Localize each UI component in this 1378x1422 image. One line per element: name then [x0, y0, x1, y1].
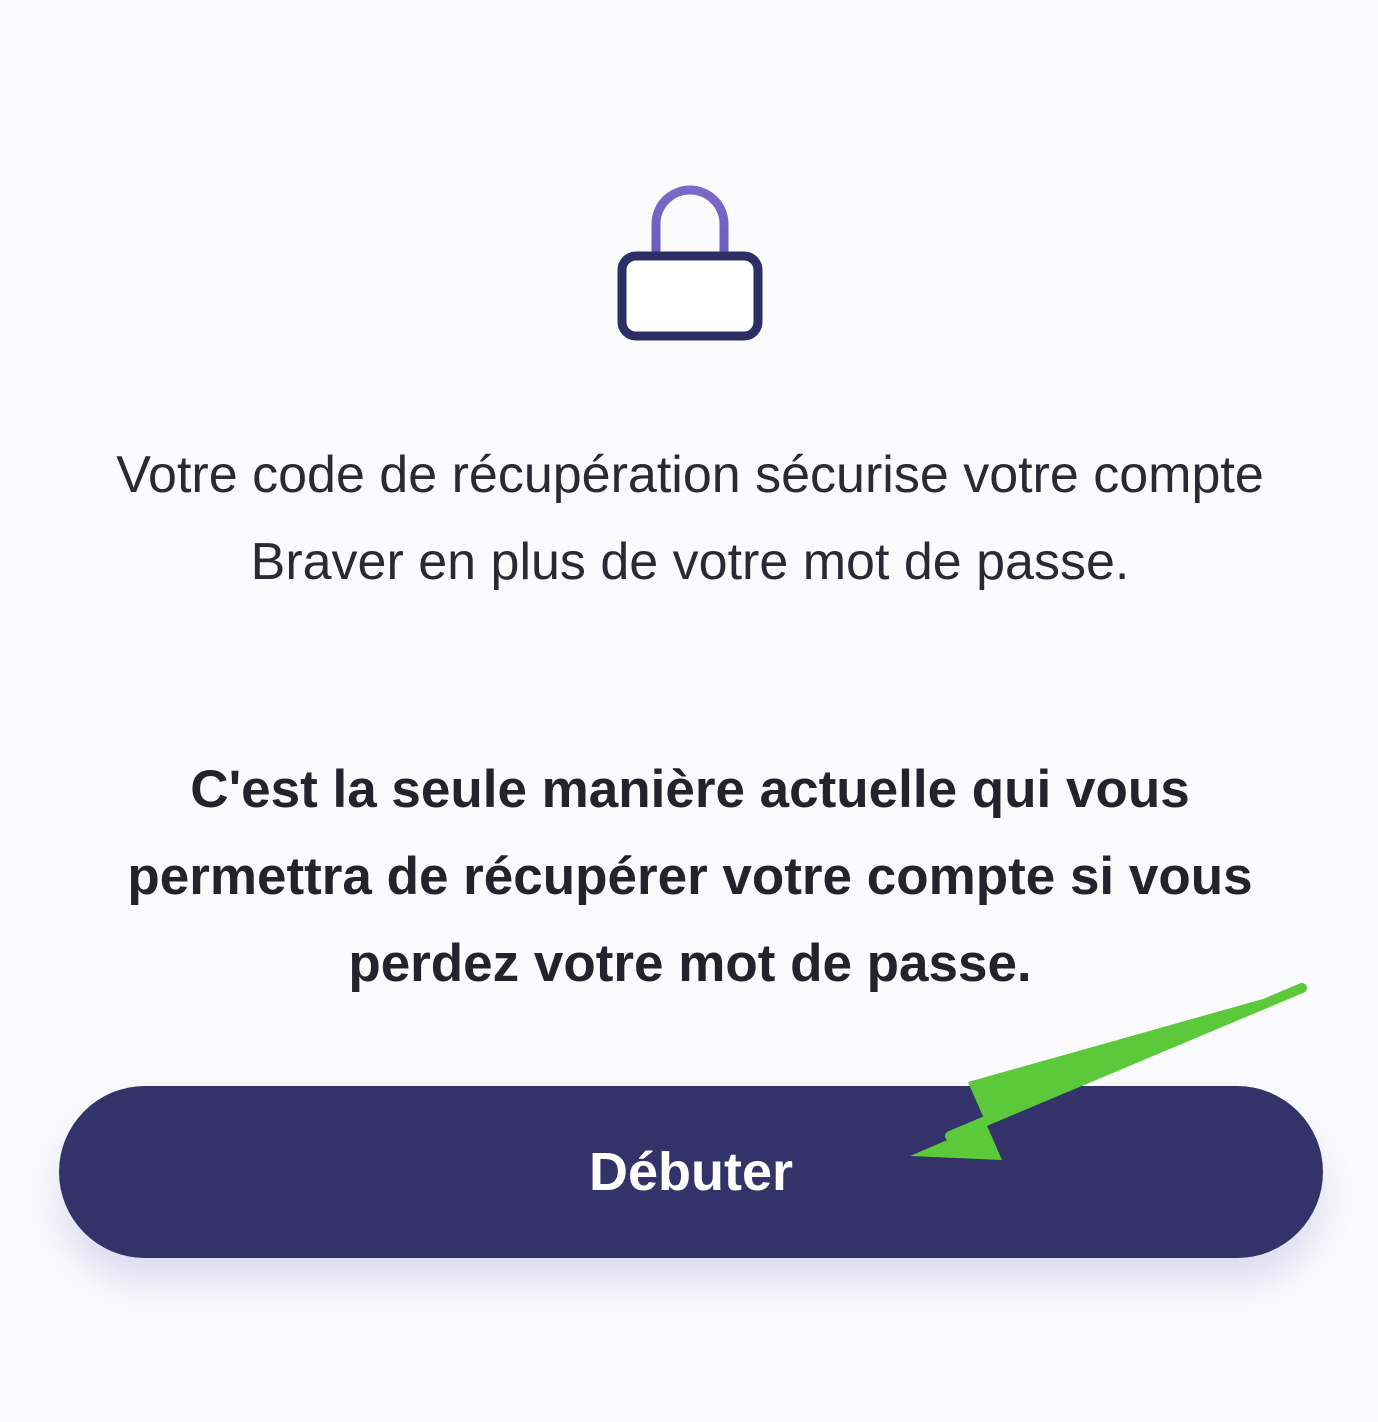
start-button[interactable]: Débuter	[59, 1086, 1323, 1258]
recovery-code-intro-screen: Votre code de récupération sécurise votr…	[0, 0, 1378, 1422]
lock-icon	[617, 185, 763, 341]
recovery-code-warning: C'est la seule manière actuelle qui vous…	[127, 760, 1253, 993]
recovery-code-description: Votre code de récupération sécurise votr…	[116, 446, 1264, 591]
